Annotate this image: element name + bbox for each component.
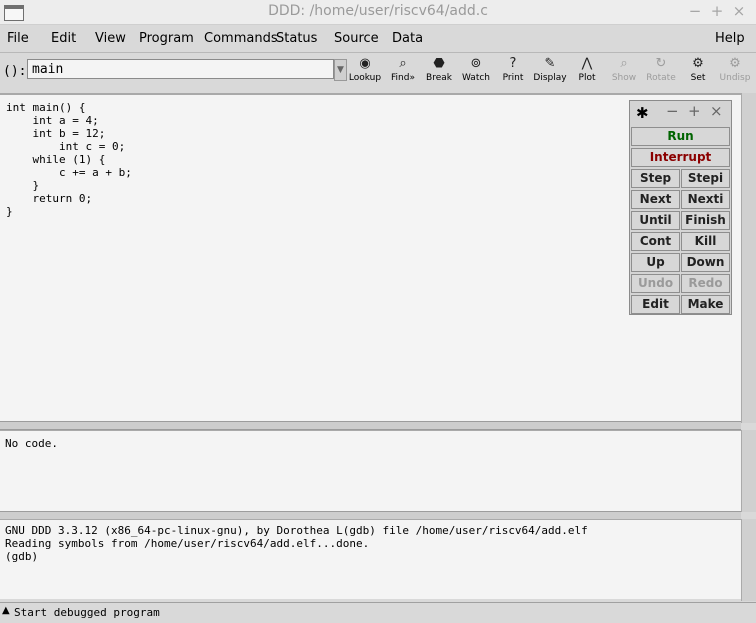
status-expand-icon[interactable]: ▲ <box>2 605 10 616</box>
find-icon: ⌕ <box>399 56 407 71</box>
status-bar: ▲ Start debugged program <box>0 602 756 623</box>
pane-sash[interactable] <box>0 421 741 430</box>
set-button[interactable]: ⚙ Set <box>679 55 717 87</box>
maximize-icon[interactable]: + <box>688 102 701 120</box>
menu-edit[interactable]: Edit <box>51 31 76 46</box>
watch-button[interactable]: ⊚ Watch <box>457 55 495 87</box>
ddd-bug-icon: ✱ <box>636 104 649 122</box>
nexti-button[interactable]: Nexti <box>681 190 730 209</box>
menu-help[interactable]: Help <box>715 31 745 46</box>
rotate-icon: ↻ <box>655 56 667 71</box>
next-button[interactable]: Next <box>631 190 680 209</box>
show-icon: ⌕ <box>620 56 628 71</box>
interrupt-button[interactable]: Interrupt <box>631 148 730 167</box>
menu-commands[interactable]: Commands <box>204 31 278 46</box>
lookup-icon: ◉ <box>359 56 371 71</box>
console-text[interactable]: GNU DDD 3.3.12 (x86_64-pc-linux-gnu), by… <box>5 524 588 563</box>
minimize-icon[interactable]: − <box>685 2 705 20</box>
menu-bar: File Edit View Program Commands Status S… <box>0 25 756 53</box>
cont-button[interactable]: Cont <box>631 232 680 251</box>
step-button[interactable]: Step <box>631 169 680 188</box>
lookup-button[interactable]: ◉ Lookup <box>346 55 384 87</box>
close-icon[interactable]: × <box>729 2 749 20</box>
status-text: Start debugged program <box>14 606 160 619</box>
menu-program[interactable]: Program <box>139 31 194 46</box>
title-bar: DDD: /home/user/riscv64/add.c − + × <box>0 0 756 25</box>
display-icon: ✎ <box>544 56 556 71</box>
edit-button[interactable]: Edit <box>631 295 680 314</box>
print-icon: ? <box>509 56 517 71</box>
menu-file[interactable]: File <box>7 31 29 46</box>
until-button[interactable]: Until <box>631 211 680 230</box>
find-button[interactable]: ⌕ Find» <box>384 55 422 87</box>
run-button[interactable]: Run <box>631 127 730 146</box>
window-title: DDD: /home/user/riscv64/add.c <box>268 3 488 19</box>
make-button[interactable]: Make <box>681 295 730 314</box>
argument-field[interactable] <box>27 59 334 79</box>
source-scrollbar[interactable] <box>741 93 756 423</box>
kill-button[interactable]: Kill <box>681 232 730 251</box>
break-button[interactable]: ⬣ Break <box>420 55 458 87</box>
menu-data[interactable]: Data <box>392 31 423 46</box>
maximize-icon[interactable]: + <box>707 2 727 20</box>
machine-code-text: No code. <box>5 437 58 450</box>
minimize-icon[interactable]: − <box>666 102 679 120</box>
undisp-button[interactable]: ⚙ Undisp <box>716 55 754 87</box>
watch-icon: ⊚ <box>470 56 482 71</box>
undo-button[interactable]: Undo <box>631 274 680 293</box>
break-stop-icon: ⬣ <box>433 56 445 71</box>
redo-button[interactable]: Redo <box>681 274 730 293</box>
rotate-button[interactable]: ↻ Rotate <box>642 55 680 87</box>
menu-status[interactable]: Status <box>276 31 317 46</box>
machine-code-window[interactable]: No code. <box>0 430 741 512</box>
down-button[interactable]: Down <box>681 253 730 272</box>
console-scrollbar[interactable] <box>741 519 756 601</box>
plot-icon: ⋀ <box>581 56 593 71</box>
set-icon: ⚙ <box>692 56 704 71</box>
code-scrollbar[interactable] <box>741 430 756 512</box>
source-code[interactable]: int main() { int a = 4; int b = 12; int … <box>6 101 132 218</box>
menu-view[interactable]: View <box>95 31 126 46</box>
stepi-button[interactable]: Stepi <box>681 169 730 188</box>
gdb-console[interactable]: GNU DDD 3.3.12 (x86_64-pc-linux-gnu), by… <box>0 519 741 599</box>
argument-label: (): <box>3 64 27 79</box>
undisp-icon: ⚙ <box>729 56 741 71</box>
close-icon[interactable]: × <box>710 102 723 120</box>
command-tool: ✱ − + × Run Interrupt Step Stepi Next Ne… <box>629 100 732 315</box>
up-button[interactable]: Up <box>631 253 680 272</box>
print-button[interactable]: ? Print <box>494 55 532 87</box>
show-button[interactable]: ⌕ Show <box>605 55 643 87</box>
menu-source[interactable]: Source <box>334 31 379 46</box>
display-button[interactable]: ✎ Display <box>531 55 569 87</box>
finish-button[interactable]: Finish <box>681 211 730 230</box>
plot-button[interactable]: ⋀ Plot <box>568 55 606 87</box>
